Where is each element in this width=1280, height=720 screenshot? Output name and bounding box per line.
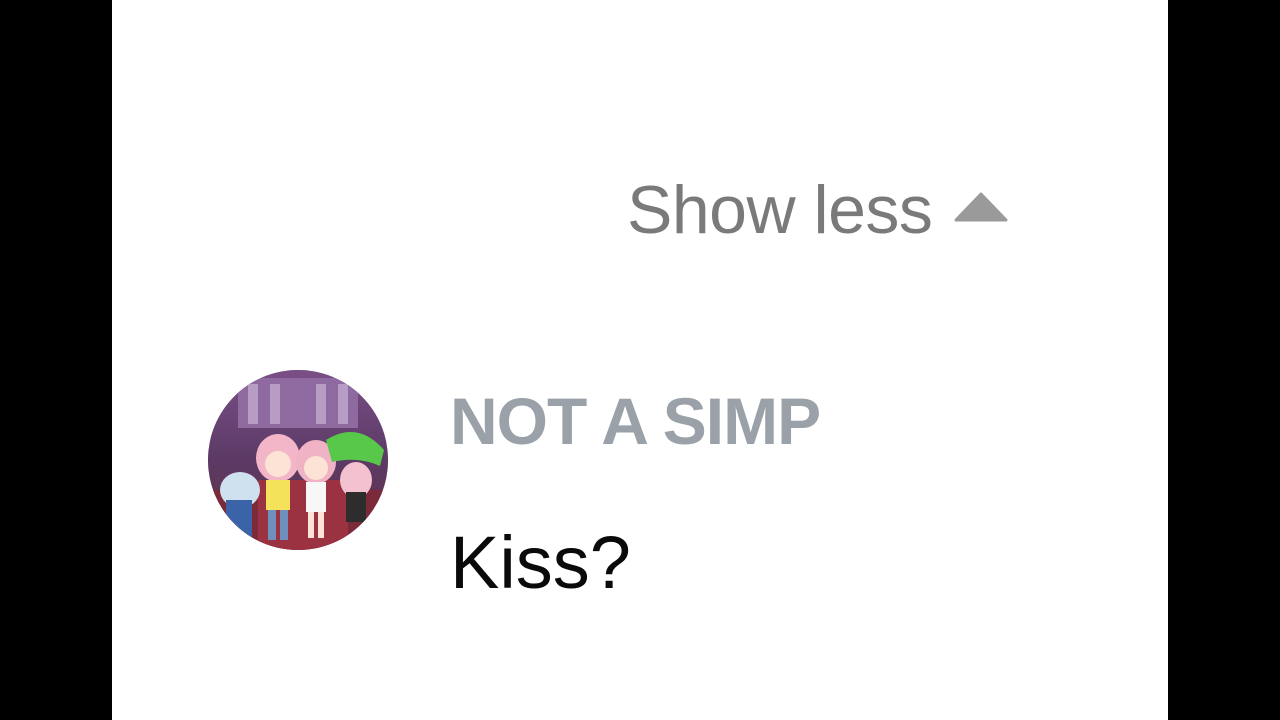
comment-text: Kiss? bbox=[450, 521, 631, 604]
avatar-image bbox=[208, 370, 388, 550]
show-less-button[interactable]: Show less bbox=[627, 170, 1008, 250]
comment-author[interactable]: NOT A SIMP bbox=[450, 388, 821, 454]
comment-item: NOT A SIMP Kiss? bbox=[208, 370, 1108, 600]
triangle-up-icon bbox=[954, 192, 1008, 222]
letterbox-right bbox=[1168, 0, 1280, 720]
letterbox-left bbox=[0, 0, 112, 720]
comments-panel: Show less NOT A SIMP Kiss? bbox=[112, 0, 1168, 720]
show-less-label: Show less bbox=[627, 172, 933, 248]
avatar[interactable] bbox=[208, 370, 388, 550]
